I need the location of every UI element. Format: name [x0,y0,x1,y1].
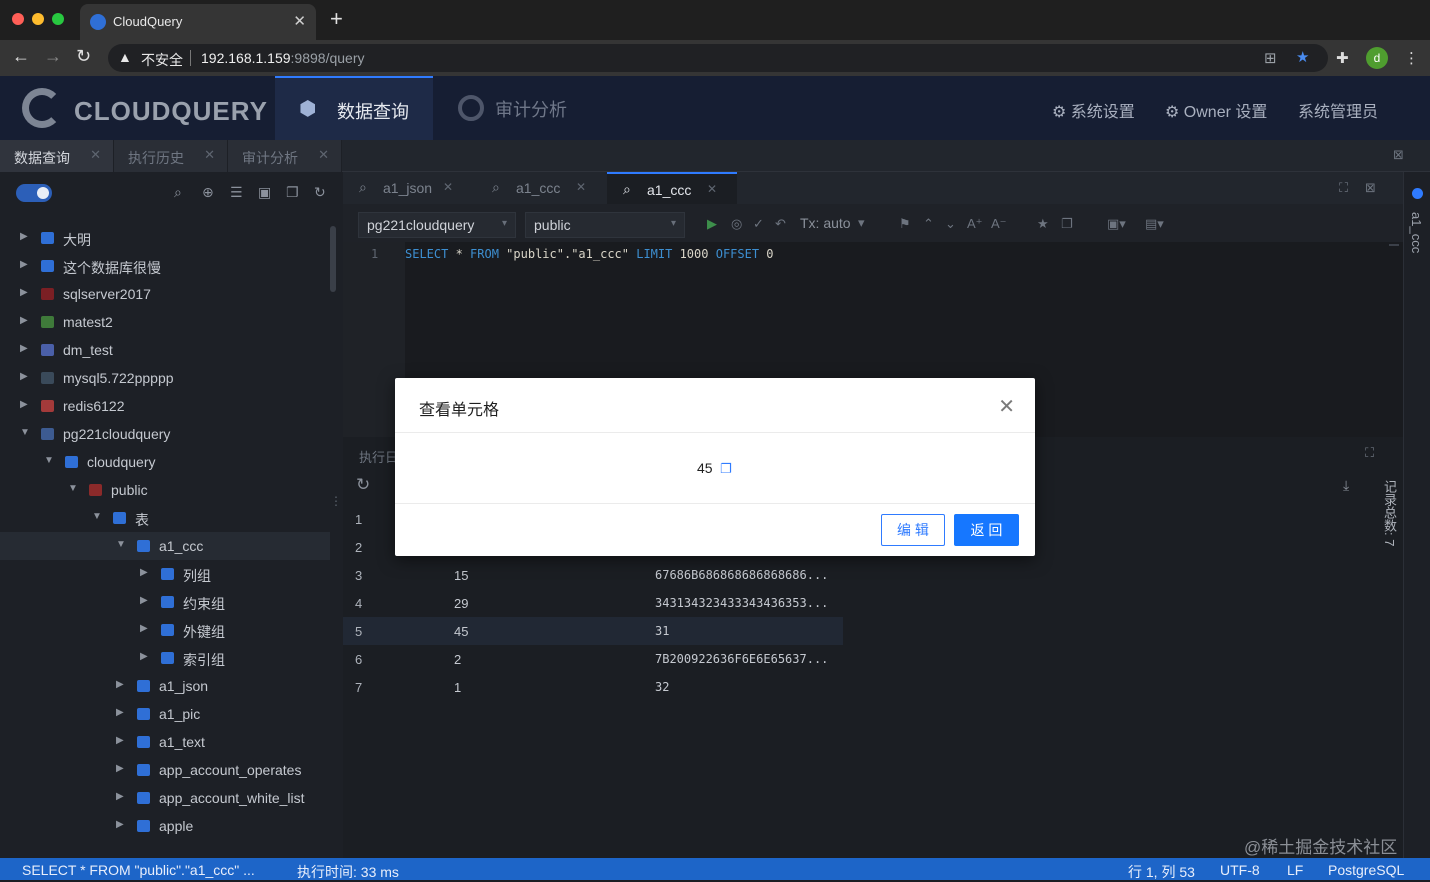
dialog-title: 查看单元格 [419,402,500,419]
status-bar: SELECT * FROM "public"."a1_ccc" ... 执行时间… [0,858,1430,880]
watermark: @稀土掘金技术社区 [1244,838,1398,857]
back-button[interactable]: 返 回 [954,514,1019,546]
edit-button[interactable]: 编 辑 [881,514,945,546]
cell-value: 45 [697,460,713,476]
status-eol: LF [1287,862,1304,878]
divider [395,432,1035,433]
copy-icon[interactable]: ❐ [720,461,732,477]
status-exec-time: 执行时间: 33 ms [297,864,399,880]
status-encoding: UTF-8 [1220,862,1260,878]
status-dialect: PostgreSQL [1328,862,1405,878]
view-cell-dialog: 查看单元格 ✕ 45 ❐ 编 辑 返 回 [395,378,1035,556]
divider [395,503,1035,504]
close-icon[interactable]: ✕ [998,394,1015,419]
status-sql: SELECT * FROM "public"."a1_ccc" ... [22,862,255,878]
status-cursor-position: 行 1, 列 53 [1128,864,1195,880]
